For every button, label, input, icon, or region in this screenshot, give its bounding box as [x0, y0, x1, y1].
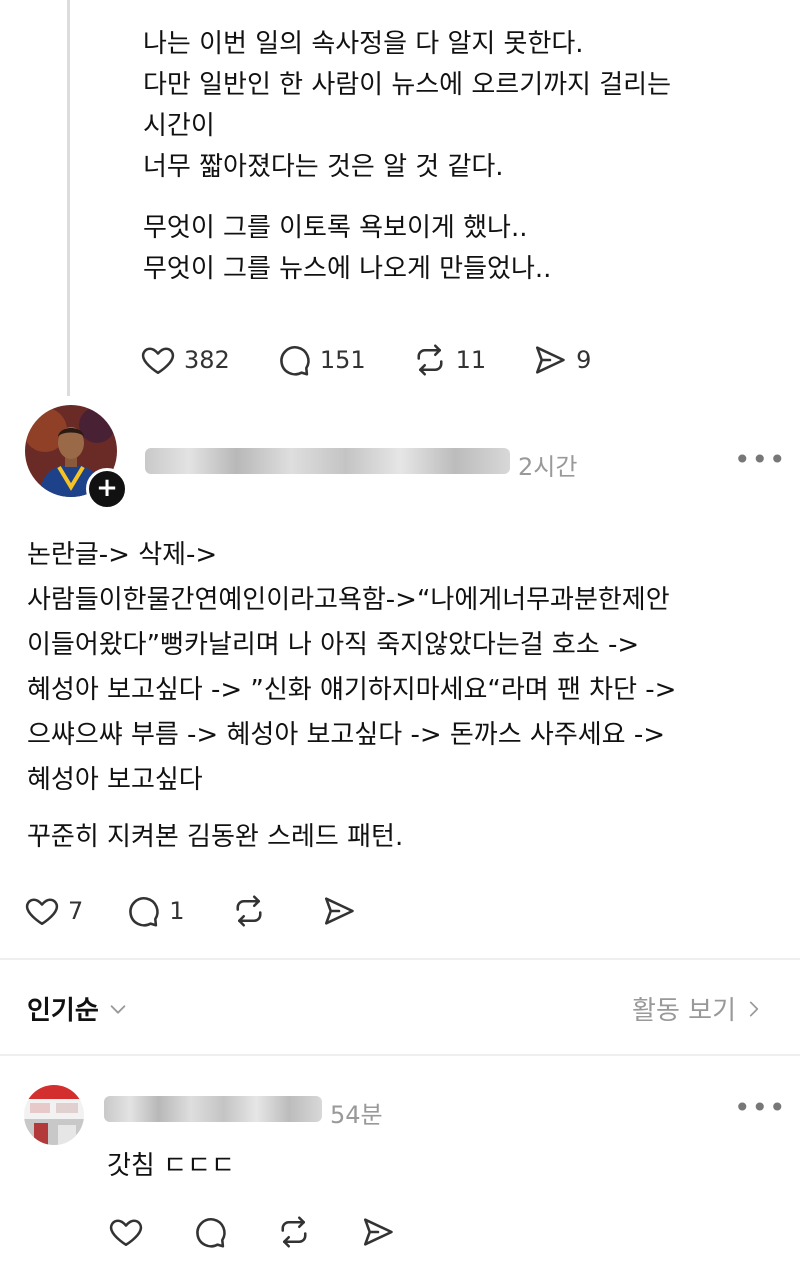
post2-body: 논란글-> 삭제-> 사람들이한물간연예인이라고욕함->“나에게너무과분한제안 …	[27, 533, 787, 860]
comment-button[interactable]	[192, 1214, 228, 1250]
post2-line: 이들어왔다”뻥카날리며 나 아직 죽지않았다는걸 호소 ->	[27, 630, 640, 660]
post1-line: 너무 짧아졌다는 것은 알 것 같다.	[143, 152, 504, 182]
more-icon[interactable]: •••	[734, 443, 787, 476]
chevron-right-icon	[749, 1001, 759, 1016]
sort-label: 인기순	[27, 996, 99, 1026]
post1-line: 무엇이 그를 뉴스에 나오게 만들었나..	[143, 254, 552, 284]
post2-line: 혜성아 보고싶다 -> ”신화 얘기하지마세요“라며 팬 차단 ->	[27, 675, 677, 705]
share-button[interactable]	[321, 893, 357, 929]
divider	[0, 1054, 800, 1056]
sort-dropdown[interactable]: 인기순	[27, 990, 129, 1027]
post2-line: 꾸준히 지켜본 김동완 스레드 패턴.	[27, 822, 404, 852]
like-count: 382	[184, 346, 230, 374]
comment-button[interactable]: 1	[125, 893, 185, 929]
view-activity-link[interactable]: 활동 보기	[632, 990, 764, 1027]
post1-line: 다만 일반인 한 사람이 뉴스에 오르기까지 걸리는	[143, 70, 671, 100]
comment-icon	[276, 342, 312, 378]
like-button[interactable]: 7	[24, 893, 83, 929]
post1-line: 시간이	[143, 111, 215, 141]
post2-line: 사람들이한물간연예인이라고욕함->“나에게너무과분한제안	[27, 585, 670, 615]
post1-actions: 382 151 11 9	[140, 342, 637, 378]
divider	[0, 958, 800, 960]
heart-icon	[24, 893, 60, 929]
chevron-down-icon	[110, 1004, 126, 1014]
username-blurred[interactable]	[104, 1096, 322, 1122]
send-icon	[321, 893, 357, 929]
repost-button[interactable]	[231, 893, 267, 929]
reply-body: 갓침 ㄷㄷㄷ	[107, 1151, 235, 1181]
reply-actions	[108, 1214, 442, 1250]
send-icon	[360, 1214, 396, 1250]
like-count: 7	[68, 897, 84, 925]
send-icon	[532, 342, 568, 378]
repost-icon	[276, 1214, 312, 1250]
like-button[interactable]	[108, 1214, 144, 1250]
post2-line: 혜성아 보고싶다	[27, 765, 203, 795]
like-button[interactable]: 382	[140, 342, 230, 378]
heart-icon	[108, 1214, 144, 1250]
avatar[interactable]	[24, 1085, 84, 1145]
post2-line: 논란글-> 삭제->	[27, 540, 218, 570]
post-time: 2시간	[518, 453, 578, 481]
comment-count: 1	[169, 897, 185, 925]
thread-line	[67, 0, 70, 396]
share-count: 9	[576, 346, 592, 374]
repost-icon	[412, 342, 448, 378]
share-button[interactable]: 9	[532, 342, 591, 378]
post2-actions: 7 1	[24, 893, 403, 929]
heart-icon	[140, 342, 176, 378]
comment-button[interactable]: 151	[276, 342, 366, 378]
more-icon[interactable]: •••	[734, 1091, 787, 1124]
follow-button[interactable]: +	[86, 468, 128, 510]
comment-count: 151	[319, 346, 366, 374]
reply-time: 54분	[330, 1101, 383, 1129]
repost-button[interactable]	[276, 1214, 312, 1250]
repost-icon	[231, 893, 267, 929]
username-blurred[interactable]	[145, 448, 510, 474]
comment-icon	[192, 1214, 228, 1250]
post2-line: 으쌰으쌰 부름 -> 혜성아 보고싶다 -> 돈까스 사주세요 ->	[27, 720, 666, 750]
post1-body: 나는 이번 일의 속사정을 다 알지 못한다. 다만 일반인 한 사람이 뉴스에…	[143, 24, 783, 290]
repost-count: 11	[455, 346, 487, 374]
share-button[interactable]	[360, 1214, 396, 1250]
activity-label: 활동 보기	[632, 996, 736, 1026]
comment-icon	[125, 893, 161, 929]
post1-line: 나는 이번 일의 속사정을 다 알지 못한다.	[143, 29, 584, 59]
post1-line: 무엇이 그를 이토록 욕보이게 했나..	[143, 213, 528, 243]
repost-button[interactable]: 11	[412, 342, 487, 378]
plus-icon: +	[96, 473, 118, 503]
